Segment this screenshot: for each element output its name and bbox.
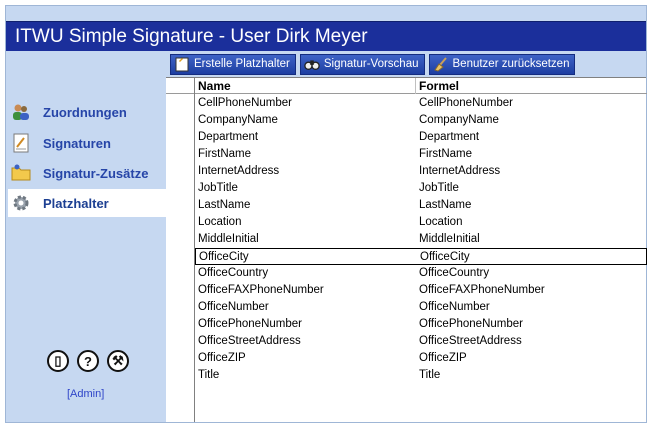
cell-name: JobTitle: [198, 182, 238, 194]
cell-formel: Department: [419, 131, 480, 143]
gear-icon: [10, 192, 32, 214]
sidebar-item-label: Platzhalter: [43, 195, 109, 211]
table-row[interactable]: LastName LastName: [195, 197, 647, 214]
cell-name: FirstName: [198, 148, 252, 160]
table-row[interactable]: OfficeStreetAddress OfficeStreetAddress: [195, 333, 647, 350]
cell-formel: JobTitle: [419, 182, 459, 194]
app-window: ITWU Simple Signature - User Dirk Meyer …: [5, 5, 647, 423]
row-header-column: [166, 77, 194, 422]
cell-name: OfficeZIP: [198, 352, 246, 364]
signature-preview-button[interactable]: Signatur-Vorschau: [299, 53, 425, 75]
cell-formel: OfficeCountry: [419, 267, 490, 279]
help-icon: ?: [84, 353, 92, 369]
wrench-icon: ⚒: [112, 353, 124, 368]
table-row[interactable]: OfficeCity OfficeCity: [195, 248, 647, 265]
cell-formel: OfficeNumber: [419, 301, 490, 313]
cell-name: OfficeFAXPhoneNumber: [198, 284, 324, 296]
cell-name: OfficeNumber: [198, 301, 269, 313]
top-strip: [6, 6, 646, 21]
sidebar-item-label: Signatur-Zusätze: [43, 165, 149, 181]
table-row[interactable]: CellPhoneNumber CellPhoneNumber: [195, 95, 647, 112]
cell-formel: OfficeStreetAddress: [419, 335, 522, 347]
column-header-name[interactable]: Name: [198, 79, 231, 93]
users-icon: [10, 101, 32, 123]
cell-name: InternetAddress: [198, 165, 280, 177]
sidebar-item-platzhalter[interactable]: Platzhalter: [8, 189, 166, 217]
door-icon: ▯: [54, 353, 62, 368]
table-row[interactable]: InternetAddress InternetAddress: [195, 163, 647, 180]
table-row[interactable]: OfficeCountry OfficeCountry: [195, 265, 647, 282]
help-button[interactable]: ?: [77, 350, 99, 372]
cell-name: LastName: [198, 199, 251, 211]
settings-button[interactable]: ⚒: [107, 350, 129, 372]
cell-formel: FirstName: [419, 148, 473, 160]
sidebar-item-label: Zuordnungen: [43, 104, 127, 120]
table-row[interactable]: OfficePhoneNumber OfficePhoneNumber: [195, 316, 647, 333]
new-placeholder-icon: [174, 56, 190, 72]
cell-name: OfficeCountry: [198, 267, 269, 279]
row-header-corner: [166, 78, 194, 94]
table-row[interactable]: OfficeZIP OfficeZIP: [195, 350, 647, 367]
signature-preview-label: Signatur-Vorschau: [323, 58, 419, 70]
table-row[interactable]: OfficeNumber OfficeNumber: [195, 299, 647, 316]
broom-icon: [433, 56, 449, 72]
cell-name: CompanyName: [198, 114, 278, 126]
column-header-formel[interactable]: Formel: [419, 79, 459, 93]
table-row[interactable]: CompanyName CompanyName: [195, 112, 647, 129]
table-row[interactable]: Title Title: [195, 367, 647, 384]
table-row[interactable]: MiddleInitial MiddleInitial: [195, 231, 647, 248]
create-placeholder-button[interactable]: Erstelle Platzhalter: [170, 53, 296, 75]
cell-formel: LastName: [419, 199, 472, 211]
cell-formel: OfficeZIP: [419, 352, 467, 364]
cell-formel: OfficeFAXPhoneNumber: [419, 284, 545, 296]
cell-formel: Location: [419, 216, 463, 228]
cell-name: Title: [198, 369, 220, 381]
sidebar: Zuordnungen Signaturen Signatur-Zusätze …: [6, 51, 166, 422]
table-row[interactable]: Department Department: [195, 129, 647, 146]
create-placeholder-label: Erstelle Platzhalter: [194, 58, 290, 70]
table-row[interactable]: JobTitle JobTitle: [195, 180, 647, 197]
cell-name: MiddleInitial: [198, 233, 259, 245]
table-row[interactable]: Location Location: [195, 214, 647, 231]
reset-user-label: Benutzer zurücksetzen: [452, 58, 570, 70]
sidebar-round-buttons: ▯ ? ⚒: [47, 350, 129, 372]
sidebar-item-signaturen[interactable]: Signaturen: [8, 129, 166, 157]
folder-icon: [10, 162, 32, 184]
cell-name: OfficeStreetAddress: [198, 335, 301, 347]
binoculars-icon: [304, 56, 320, 72]
cell-formel: Title: [419, 369, 441, 381]
cell-formel: CompanyName: [419, 114, 499, 126]
cell-name: Department: [198, 131, 259, 143]
table-row[interactable]: OfficeFAXPhoneNumber OfficeFAXPhoneNumber: [195, 282, 647, 299]
sidebar-item-signatur-zusaetze[interactable]: Signatur-Zusätze: [8, 159, 166, 187]
sidebar-item-zuordnungen[interactable]: Zuordnungen: [8, 98, 166, 126]
grid-header: Name Formel: [195, 78, 647, 94]
cell-formel: InternetAddress: [419, 165, 501, 177]
app-title: ITWU Simple Signature - User Dirk Meyer: [6, 21, 646, 51]
cell-name: CellPhoneNumber: [198, 97, 292, 109]
cell-name: Location: [198, 216, 242, 228]
cell-formel: OfficeCity: [420, 251, 470, 263]
exit-button[interactable]: ▯: [47, 350, 69, 372]
cell-formel: CellPhoneNumber: [419, 97, 513, 109]
cell-formel: MiddleInitial: [419, 233, 480, 245]
admin-link[interactable]: [Admin]: [67, 388, 104, 400]
placeholder-grid: Name Formel CellPhoneNumber CellPhoneNumb…: [194, 77, 647, 422]
sidebar-item-label: Signaturen: [43, 135, 111, 151]
column-separator[interactable]: [415, 78, 416, 94]
cell-formel: OfficePhoneNumber: [419, 318, 523, 330]
cell-name: OfficeCity: [199, 251, 249, 263]
toolbar: Erstelle Platzhalter Signatur-Vorschau B…: [166, 51, 646, 77]
document-icon: [10, 132, 32, 154]
reset-user-button[interactable]: Benutzer zurücksetzen: [428, 53, 576, 75]
cell-name: OfficePhoneNumber: [198, 318, 302, 330]
table-row[interactable]: FirstName FirstName: [195, 146, 647, 163]
